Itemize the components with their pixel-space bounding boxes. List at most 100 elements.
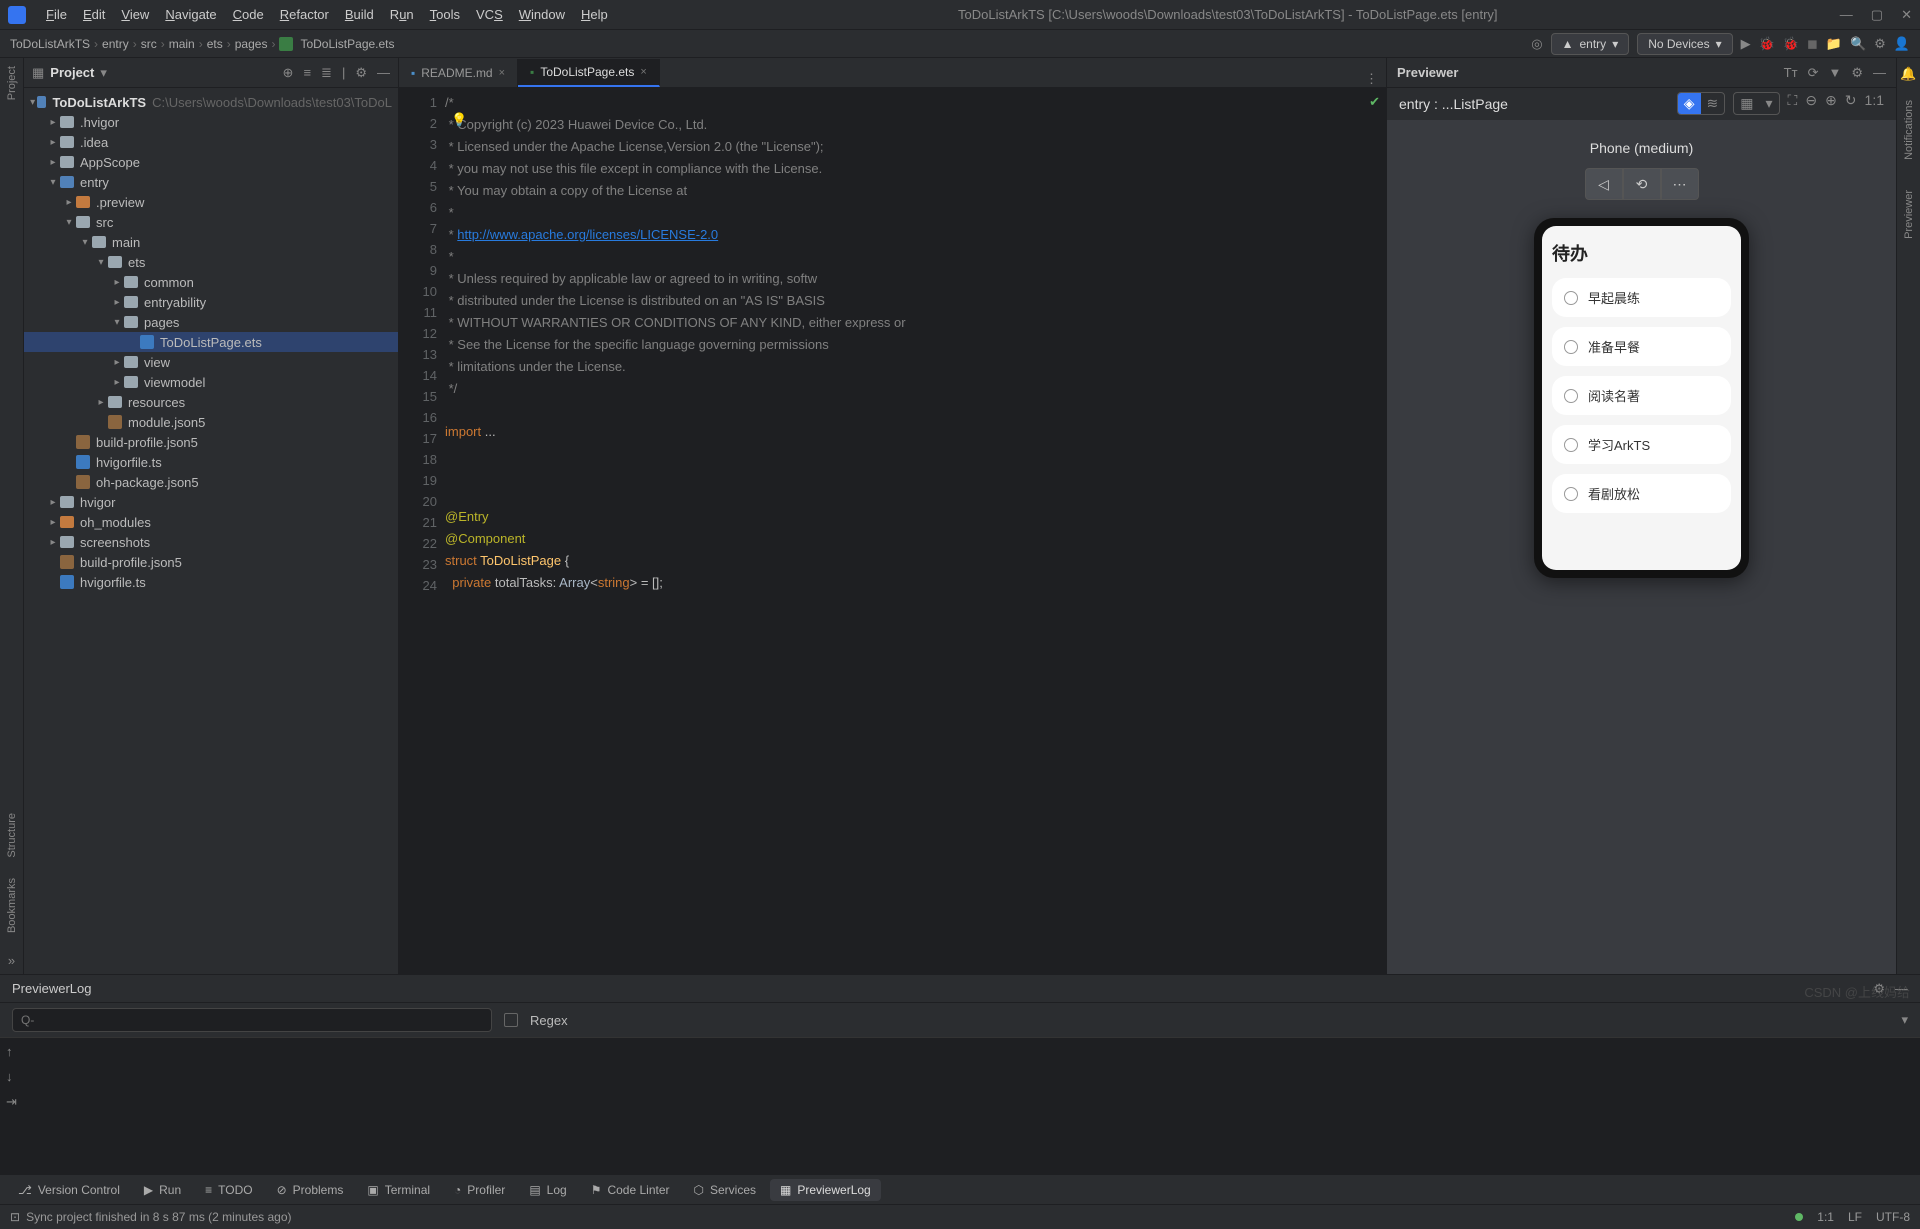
- encoding[interactable]: UTF-8: [1876, 1210, 1910, 1224]
- tree-item[interactable]: hvigorfile.ts: [24, 452, 398, 472]
- tool-bookmarks[interactable]: Bookmarks: [6, 878, 18, 933]
- radio-icon[interactable]: [1564, 340, 1578, 354]
- locate-icon[interactable]: ⊕: [283, 65, 294, 81]
- ratio-icon[interactable]: 1:1: [1865, 92, 1884, 115]
- code-editor[interactable]: 💡 ✔ 123456789101112131415161718192021222…: [399, 88, 1386, 974]
- more-device-button[interactable]: ⋯: [1661, 168, 1699, 200]
- expand-all-icon[interactable]: ≡: [303, 65, 311, 81]
- fit-icon[interactable]: ⛶: [1788, 92, 1798, 115]
- maximize-icon[interactable]: ▢: [1871, 7, 1883, 23]
- breadcrumb-item[interactable]: ToDoListArkTS: [10, 37, 90, 51]
- run-config-selector[interactable]: ▲ entry ▾: [1551, 33, 1630, 55]
- hide-icon[interactable]: ―: [1873, 65, 1886, 81]
- run-icon[interactable]: ▶: [1741, 36, 1751, 52]
- tree-item[interactable]: ▾main: [24, 232, 398, 252]
- gear-icon[interactable]: ⚙: [355, 65, 367, 81]
- tab-run[interactable]: ▶Run: [134, 1179, 191, 1201]
- menu-edit[interactable]: Edit: [75, 3, 113, 26]
- tree-root[interactable]: ▾ ToDoListArkTS C:\Users\woods\Downloads…: [24, 92, 398, 112]
- gear-icon[interactable]: ⚙: [1874, 36, 1886, 52]
- tree-item[interactable]: ▾entry: [24, 172, 398, 192]
- tab-code-linter[interactable]: ⚑Code Linter: [581, 1179, 680, 1201]
- wrap-icon[interactable]: ⇥: [6, 1094, 17, 1110]
- tab-log[interactable]: ▤Log: [519, 1179, 576, 1201]
- menu-code[interactable]: Code: [225, 3, 272, 26]
- menu-tools[interactable]: Tools: [422, 3, 468, 26]
- breadcrumb-item[interactable]: ets: [207, 37, 223, 51]
- view-mode-group[interactable]: ◈ ≋: [1677, 92, 1726, 115]
- coverage-icon[interactable]: 🐞: [1783, 36, 1799, 52]
- line-separator[interactable]: LF: [1848, 1210, 1862, 1224]
- back-button[interactable]: ◁: [1585, 168, 1623, 200]
- breadcrumb-item[interactable]: src: [141, 37, 157, 51]
- tree-item[interactable]: ▸view: [24, 352, 398, 372]
- tree-item[interactable]: build-profile.json5: [24, 432, 398, 452]
- editor-tab-todolistpage[interactable]: ▪ ToDoListPage.ets ×: [518, 59, 660, 87]
- tree-item[interactable]: ToDoListPage.ets: [24, 332, 398, 352]
- tab-services[interactable]: ⬡Services: [684, 1179, 767, 1201]
- tree-item[interactable]: ▸.hvigor: [24, 112, 398, 132]
- close-tab-icon[interactable]: ×: [499, 67, 505, 79]
- menu-navigate[interactable]: Navigate: [157, 3, 224, 26]
- zoom-in-icon[interactable]: ⊕: [1825, 92, 1837, 115]
- tab-version-control[interactable]: ⎇Version Control: [8, 1179, 130, 1201]
- tree-item[interactable]: ▸.idea: [24, 132, 398, 152]
- menu-run[interactable]: Run: [382, 3, 422, 26]
- bell-icon[interactable]: 🔔: [1900, 66, 1916, 82]
- radio-icon[interactable]: [1564, 291, 1578, 305]
- menu-build[interactable]: Build: [337, 3, 382, 26]
- todo-item[interactable]: 阅读名著: [1552, 376, 1731, 415]
- tree-item[interactable]: ▾pages: [24, 312, 398, 332]
- tree-item[interactable]: ▸oh_modules: [24, 512, 398, 532]
- tab-problems[interactable]: ⊘Problems: [267, 1179, 354, 1201]
- project-tree[interactable]: ▾ ToDoListArkTS C:\Users\woods\Downloads…: [24, 88, 398, 974]
- chevron-down-icon[interactable]: ▾: [1901, 1012, 1908, 1028]
- stop-icon[interactable]: ◼: [1807, 36, 1818, 52]
- breadcrumb-item[interactable]: ToDoListPage.ets: [300, 37, 394, 51]
- tree-item[interactable]: hvigorfile.ts: [24, 572, 398, 592]
- tab-todo[interactable]: ≡TODO: [195, 1179, 262, 1201]
- gear-icon[interactable]: ⚙: [1851, 65, 1863, 81]
- tool-structure[interactable]: Structure: [6, 813, 18, 858]
- regex-checkbox[interactable]: [504, 1013, 518, 1027]
- target-icon[interactable]: ◎: [1531, 36, 1542, 52]
- arrow-up-icon[interactable]: ↑: [6, 1044, 17, 1059]
- rotate-device-button[interactable]: ⟲: [1623, 168, 1661, 200]
- tree-item[interactable]: ▸AppScope: [24, 152, 398, 172]
- tree-item[interactable]: module.json5: [24, 412, 398, 432]
- menu-window[interactable]: Window: [511, 3, 573, 26]
- log-output[interactable]: ↑ ↓ ⇥: [0, 1037, 1920, 1174]
- menu-file[interactable]: File: [38, 3, 75, 26]
- device-selector[interactable]: No Devices ▾: [1637, 33, 1732, 55]
- tree-item[interactable]: ▾src: [24, 212, 398, 232]
- debug-icon[interactable]: 🐞: [1759, 36, 1775, 52]
- code-content[interactable]: /* * Copyright (c) 2023 Huawei Device Co…: [445, 88, 1386, 974]
- breadcrumb-item[interactable]: main: [169, 37, 195, 51]
- collapse-all-icon[interactable]: ≣: [321, 65, 332, 81]
- tree-item[interactable]: oh-package.json5: [24, 472, 398, 492]
- tab-profiler[interactable]: ◔Profiler: [444, 1179, 515, 1201]
- arrow-down-icon[interactable]: ↓: [6, 1069, 17, 1084]
- intention-bulb-icon[interactable]: 💡: [451, 112, 467, 128]
- zoom-out-icon[interactable]: ⊖: [1805, 92, 1817, 115]
- breadcrumb-item[interactable]: pages: [235, 37, 268, 51]
- breadcrumb-item[interactable]: entry: [102, 37, 129, 51]
- rotate-icon[interactable]: ↻: [1845, 92, 1857, 115]
- tree-item[interactable]: ▸screenshots: [24, 532, 398, 552]
- phone-screen[interactable]: 待办 早起晨练准备早餐阅读名著学习ArkTS看剧放松: [1542, 226, 1741, 570]
- cursor-position[interactable]: 1:1: [1817, 1210, 1834, 1224]
- menu-vcs[interactable]: VCS: [468, 3, 511, 26]
- text-style-icon[interactable]: Tт: [1784, 65, 1798, 81]
- folder-icon[interactable]: 📁: [1826, 36, 1842, 52]
- grid-icon[interactable]: ▦: [1734, 93, 1759, 114]
- hide-icon[interactable]: ―: [377, 65, 390, 81]
- inspect-icon[interactable]: ◈: [1678, 93, 1701, 114]
- log-search-input[interactable]: [12, 1008, 492, 1032]
- tree-item[interactable]: ▸viewmodel: [24, 372, 398, 392]
- chevron-down-icon[interactable]: ▾: [1759, 93, 1778, 114]
- todo-item[interactable]: 准备早餐: [1552, 327, 1731, 366]
- tree-item[interactable]: ▸hvigor: [24, 492, 398, 512]
- close-icon[interactable]: ✕: [1901, 7, 1912, 23]
- account-icon[interactable]: 👤: [1894, 36, 1910, 52]
- todo-item[interactable]: 看剧放松: [1552, 474, 1731, 513]
